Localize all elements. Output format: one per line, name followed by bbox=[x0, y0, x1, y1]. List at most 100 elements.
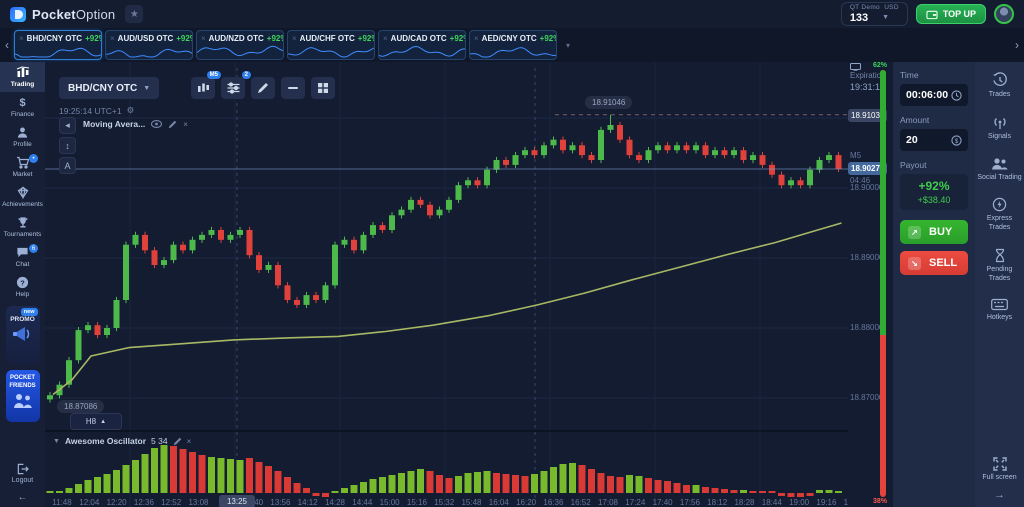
dollar-circle-icon[interactable]: $ bbox=[951, 135, 962, 146]
asset-tab[interactable]: ×AUD/CHF OTC+92% bbox=[287, 30, 375, 60]
sparkline bbox=[288, 43, 374, 59]
svg-text:?: ? bbox=[20, 278, 25, 287]
asset-tab[interactable]: ×AUD/CAD OTC+92% bbox=[378, 30, 466, 60]
chevron-down-icon[interactable]: ▼ bbox=[53, 438, 60, 445]
asset-tab[interactable]: ×BHD/CNY OTC+92% bbox=[14, 30, 102, 60]
logout-button[interactable]: Logout bbox=[12, 463, 33, 484]
sort-arrows-button[interactable]: ↕ bbox=[59, 137, 76, 154]
tabs-scroll-right-icon[interactable]: › bbox=[1010, 38, 1024, 52]
svg-text:12:52: 12:52 bbox=[161, 498, 182, 507]
gear-icon[interactable]: ⚙ bbox=[127, 105, 135, 116]
sidebar-item-signals[interactable]: Signals bbox=[977, 115, 1023, 142]
new-badge: new bbox=[21, 308, 38, 316]
drawing-tools-button[interactable] bbox=[251, 77, 275, 99]
panel-expand-right-icon[interactable]: → bbox=[994, 489, 1005, 501]
account-selector[interactable]: QT Demo USD 133▼ bbox=[841, 2, 908, 25]
oscillator-header: ▼ Awesome Oscillator 5 34 × bbox=[53, 436, 191, 446]
payout-label: Payout bbox=[900, 160, 968, 170]
symbol-selector-button[interactable]: BHD/CNY OTC▼ bbox=[59, 77, 159, 99]
sidebar-item-express-trades[interactable]: Express Trades bbox=[977, 197, 1023, 233]
pocketoption-logo-icon[interactable] bbox=[10, 7, 26, 22]
sidebar-item-chat[interactable]: 6 Chat bbox=[0, 242, 45, 272]
price-axis[interactable]: Expiration 19:31:14 18.91031 M5 18.90271… bbox=[848, 62, 893, 507]
close-icon[interactable]: × bbox=[474, 35, 479, 43]
sidebar-item-achievements[interactable]: Achievements bbox=[0, 182, 45, 212]
asset-tab[interactable]: ×AED/CNY OTC+92% bbox=[469, 30, 557, 60]
clock-icon[interactable] bbox=[951, 90, 962, 101]
sidebar-item-pending-trades[interactable]: Pending Trades bbox=[977, 248, 1023, 284]
eye-icon[interactable] bbox=[151, 120, 162, 128]
close-icon[interactable]: × bbox=[383, 35, 388, 43]
brand-title: PocketOption bbox=[32, 7, 115, 22]
tabs-scroll-left-icon[interactable]: ‹ bbox=[0, 38, 14, 52]
svg-text:18:28: 18:28 bbox=[734, 498, 755, 507]
market-notification-badge: • bbox=[29, 154, 38, 163]
svg-text:16:04: 16:04 bbox=[489, 498, 510, 507]
candles-icon bbox=[197, 82, 210, 94]
close-icon[interactable]: × bbox=[183, 120, 188, 129]
svg-text:18:44: 18:44 bbox=[762, 498, 783, 507]
avatar[interactable] bbox=[994, 4, 1014, 24]
chart-type-button[interactable]: M5 bbox=[191, 77, 215, 99]
brand-bold: Pocket bbox=[32, 7, 76, 22]
close-icon[interactable]: × bbox=[201, 35, 206, 43]
sparkline bbox=[470, 43, 556, 59]
sidebar-item-social-trading[interactable]: Social Trading bbox=[977, 157, 1023, 183]
sentiment-bar-up bbox=[880, 70, 886, 335]
top-up-label: TOP UP bbox=[943, 9, 976, 19]
panel-collapse-left-button[interactable]: ◂ bbox=[59, 117, 76, 134]
keyboard-icon bbox=[991, 298, 1008, 311]
close-icon[interactable]: × bbox=[292, 35, 297, 43]
layout-grid-button[interactable] bbox=[311, 77, 335, 99]
line-tool-button[interactable] bbox=[281, 77, 305, 99]
chart-clock: 19:25:14 UTC+1 ⚙ bbox=[59, 105, 134, 116]
amount-input[interactable]: 20 $ bbox=[900, 129, 968, 151]
indicator-row-moving-average: Moving Avera... × bbox=[83, 119, 188, 129]
pencil-icon[interactable] bbox=[173, 437, 182, 446]
sidebar-item-help[interactable]: ? Help bbox=[0, 272, 45, 302]
letter-a-button[interactable]: A bbox=[59, 157, 76, 174]
sliders-icon bbox=[227, 82, 240, 94]
sidebar-item-hotkeys[interactable]: Hotkeys bbox=[977, 298, 1023, 323]
chevron-up-icon: ▲ bbox=[100, 419, 106, 425]
sidebar-item-market[interactable]: • Market bbox=[0, 152, 45, 182]
fullscreen-button[interactable]: Full screen bbox=[977, 457, 1023, 483]
svg-text:13:56: 13:56 bbox=[270, 498, 291, 507]
left-sidebar: Trading $ Finance Profile • Market Achie… bbox=[0, 62, 45, 507]
payout-box: +92% +$38.40 bbox=[900, 174, 968, 210]
asset-tab[interactable]: ×AUD/NZD OTC+92% bbox=[196, 30, 284, 60]
indicators-button[interactable]: 2 bbox=[221, 77, 245, 99]
close-icon[interactable]: × bbox=[19, 35, 24, 43]
signal-icon bbox=[992, 115, 1008, 130]
pane-collapse-button[interactable]: H8▲ bbox=[70, 413, 122, 430]
grid-icon bbox=[317, 82, 329, 94]
chevron-down-icon: ▼ bbox=[882, 14, 889, 22]
svg-text:17:40: 17:40 bbox=[653, 498, 674, 507]
sidebar-item-tournaments[interactable]: Tournaments bbox=[0, 212, 45, 242]
sidebar-item-profile[interactable]: Profile bbox=[0, 122, 45, 152]
top-up-button[interactable]: TOP UP bbox=[916, 4, 986, 24]
question-icon: ? bbox=[16, 276, 29, 289]
close-icon[interactable]: × bbox=[110, 35, 115, 43]
pocket-friends-tile[interactable]: POCKET FRIENDS bbox=[6, 370, 40, 422]
promo-tile[interactable]: new PROMO bbox=[6, 306, 40, 364]
sidebar-item-trades[interactable]: Trades bbox=[977, 72, 1023, 100]
buyers-sentiment-label: 62% bbox=[869, 62, 887, 69]
sell-button[interactable]: ↘ SELL bbox=[900, 251, 968, 275]
favorites-star-icon[interactable]: ★ bbox=[125, 5, 143, 23]
oscillator-title: Awesome Oscillator bbox=[65, 436, 146, 446]
buy-button[interactable]: ↗ BUY bbox=[900, 220, 968, 244]
lightning-circle-icon bbox=[992, 197, 1007, 212]
pencil-icon[interactable] bbox=[168, 120, 177, 129]
candlestick-chart-icon bbox=[16, 66, 30, 79]
arrow-down-icon: ↘ bbox=[908, 257, 921, 270]
sidebar-item-finance[interactable]: $ Finance bbox=[0, 92, 45, 122]
asset-tab[interactable]: ×AUD/USD OTC+92% bbox=[105, 30, 193, 60]
time-input[interactable]: 00:06:00 bbox=[900, 84, 968, 106]
sidebar-collapse-icon[interactable]: ← bbox=[18, 492, 28, 503]
sidebar-item-trading[interactable]: Trading bbox=[0, 62, 45, 92]
tabs-dropdown-icon[interactable]: ▾ bbox=[566, 41, 570, 50]
close-icon[interactable]: × bbox=[187, 437, 192, 446]
brand-light: Option bbox=[76, 7, 116, 22]
diamond-icon bbox=[16, 186, 30, 199]
